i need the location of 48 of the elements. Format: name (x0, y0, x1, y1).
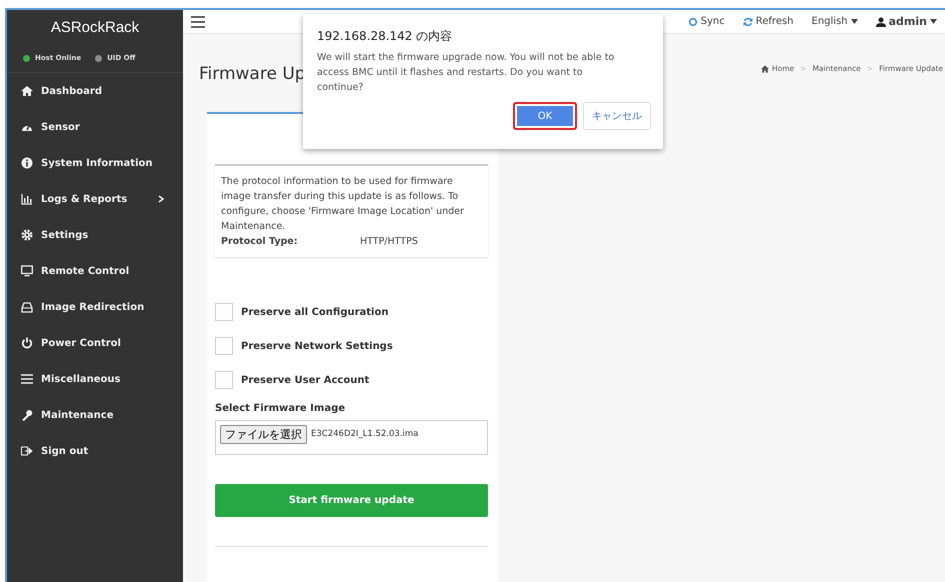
sidebar-item[interactable]: Settings (7, 217, 183, 253)
sync-icon (688, 16, 698, 26)
list-icon (21, 373, 33, 385)
sign-out-icon (21, 445, 33, 457)
sidebar-item[interactable]: Image Redirection (7, 289, 183, 325)
dialog-message: We will start the firmware upgrade now. You will not be able to access BMC until it flashes and restarts. Do you want to continue? (317, 51, 616, 95)
file-input-field[interactable]: ファイルを選択 E3C246D2I_L1.52.03.ima (215, 420, 488, 455)
drive-icon (21, 301, 33, 313)
top-bar-link[interactable]: English (812, 16, 858, 27)
menu-icon[interactable] (191, 16, 205, 28)
sidebar-item[interactable]: Sensor (7, 109, 183, 145)
checkbox[interactable] (215, 337, 233, 355)
sidebar-item[interactable]: Miscellaneous (7, 361, 183, 397)
checkbox-label: Preserve Network Settings (241, 340, 393, 352)
sidebar-item[interactable]: Maintenance (7, 397, 183, 433)
checkbox[interactable] (215, 371, 233, 389)
power-icon (21, 337, 33, 349)
top-bar-link[interactable]: admin (876, 15, 937, 28)
sidebar-item[interactable]: Dashboard (7, 73, 183, 109)
wrench-icon (21, 409, 33, 421)
user-icon (876, 16, 886, 26)
monitor-icon (21, 265, 33, 277)
sidebar-item[interactable]: Power Control (7, 325, 183, 361)
field-label: Select Firmware Image (215, 403, 346, 414)
bar-chart-icon (21, 193, 33, 205)
checkbox[interactable] (215, 303, 233, 321)
sidebar-item[interactable]: Sign out (7, 433, 183, 469)
top-bar-link[interactable]: Refresh (742, 16, 794, 27)
choose-file-button[interactable]: ファイルを選択 (220, 425, 307, 444)
file-name: E3C246D2I_L1.52.03.ima (311, 428, 418, 439)
info-icon (21, 157, 33, 169)
sidebar-item[interactable]: Logs & Reports (7, 181, 183, 217)
checkbox-label: Preserve all Configuration (241, 306, 388, 318)
checkbox-label: Preserve User Account (241, 374, 370, 386)
sidebar-item[interactable]: System Information (7, 145, 183, 181)
dialog-title: 192.168.28.142 の内容 (317, 28, 454, 45)
home-icon (761, 64, 770, 72)
cancel-button[interactable]: キャンセル (583, 102, 651, 130)
protocol-value: HTTP/HTTPS (360, 235, 418, 249)
info-text: The protocol information to be used for firmware image transfer during this update is as follows. To configure, choose 'Firmware Image Location' under Maintenance. (221, 175, 465, 234)
ok-button[interactable]: OK (513, 102, 577, 130)
protocol-label: Protocol Type: (221, 235, 299, 249)
logo-text: ASRockRack (50, 18, 140, 38)
top-bar-link[interactable]: Sync (688, 16, 725, 27)
sidebar-item[interactable]: Remote Control (7, 253, 183, 289)
refresh-icon (742, 16, 753, 26)
home-icon (21, 85, 33, 97)
gear-icon (21, 229, 33, 241)
